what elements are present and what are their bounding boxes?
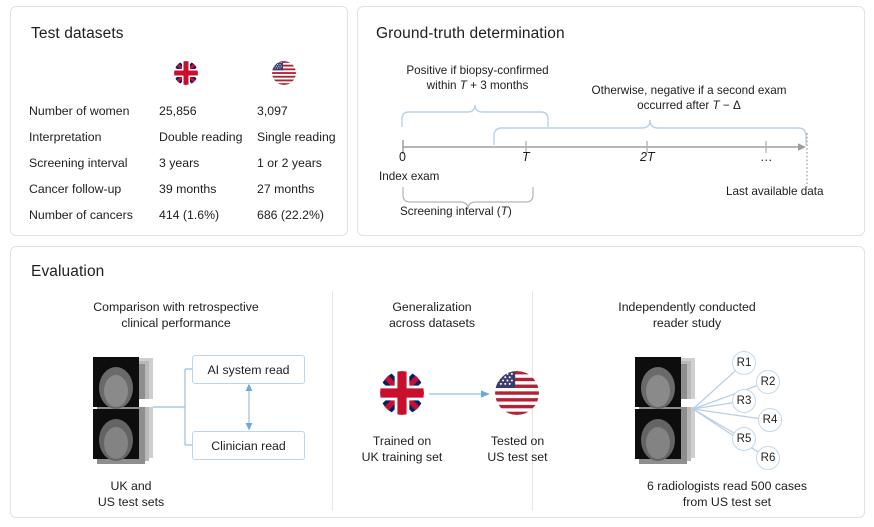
tick-label-2T: 2T [640,150,655,164]
table-cell-us: 1 or 2 years [257,156,322,170]
table-cell-us: Single reading [257,130,336,144]
clinician-read-box[interactable]: Clinician read [192,431,305,460]
bidirectional-comparison-arrow [245,383,253,431]
reader-circle-r3: R3 [732,389,756,413]
generalization-heading-line2: across datasets [388,316,476,330]
reader-study-caption: 6 radiologists read 500 cases from US te… [602,478,852,510]
table-cell-uk: 3 years [159,156,200,170]
table-cell-us: 27 months [257,182,315,196]
generalization-section-heading: Generalization across datasets [352,299,512,331]
tick-label-0: 0 [399,150,406,164]
us-flag-icon [272,61,296,85]
uk-flag-svg-trained [380,371,424,415]
comparison-heading-line2: clinical performance [121,316,231,330]
uk-flag-svg [174,61,198,85]
evaluation-divider-1 [332,291,333,511]
uk-flag-icon-trained [380,371,424,415]
trained-caption-line1: Trained on [372,434,432,448]
reader-study-section-heading: Independently conducted reader study [562,299,812,331]
reader-circle-r6: R6 [756,446,780,470]
reader-circle-r2: R2 [756,370,780,394]
tested-on-caption: Tested on US test set [466,433,569,465]
table-row-label: Screening interval [29,156,128,170]
negative-brace [493,119,807,145]
table-cell-us: 3,097 [257,104,288,118]
reader-study-heading-line1: Independently conducted [618,300,756,314]
us-flag-svg-tested [495,371,539,415]
reader-study-heading-line2: reader study [652,316,722,330]
comparison-heading-line1: Comparison with retrospective [93,300,259,314]
table-cell-uk: 39 months [159,182,217,196]
generalization-heading-line1: Generalization [392,300,472,314]
comparison-section-caption: UK and US test sets [61,478,201,510]
last-available-data-label: Last available data [726,185,824,198]
tick-label-ellipsis: … [760,150,773,164]
screening-interval-pre: Screening interval ( [400,205,501,218]
generalization-arrow [429,390,490,398]
positive-brace [401,104,549,127]
table-row-label: Number of cancers [29,208,133,222]
uk-flag-icon [174,61,198,85]
screening-interval-post: ) [507,205,512,218]
tested-caption-line1: Tested on [490,434,545,448]
tested-caption-line2: US test set [487,450,548,464]
reader-circle-r4: R4 [758,408,782,432]
us-flag-svg [272,61,296,85]
table-row-label: Interpretation [29,130,102,144]
table-cell-uk: Double reading [159,130,243,144]
ai-system-read-box[interactable]: AI system read [192,355,305,384]
reader-circle-r5: R5 [732,427,756,451]
table-cell-us: 686 (22.2%) [257,208,324,222]
comparison-section-heading: Comparison with retrospective clinical p… [51,299,301,331]
table-row-label: Number of women [29,104,130,118]
ground-truth-title: Ground-truth determination [376,25,565,42]
table-cell-uk: 25,856 [159,104,197,118]
table-row-label: Cancer follow-up [29,182,122,196]
test-datasets-panel: Test datasets Number of women 25,856 3,0… [10,6,348,236]
comparison-caption-line1: UK and [110,479,152,493]
ground-truth-panel: Ground-truth determination Positive if b… [357,6,865,236]
us-flag-icon-tested [495,371,539,415]
reader-study-caption-line2: from US test set [682,495,772,509]
tick-label-T: T [522,150,530,164]
index-exam-label: Index exam [379,170,440,183]
reader-study-caption-line1: 6 radiologists read 500 cases [647,479,807,493]
screening-interval-var: T [500,205,508,218]
evaluation-title: Evaluation [31,263,105,280]
timeline-arrowhead [798,143,806,151]
trained-caption-line2: UK training set [361,450,443,464]
comparison-caption-line2: US test sets [97,495,165,509]
screening-interval-label: Screening interval (T) [400,205,512,218]
evaluation-panel: Evaluation Comparison with retrospective… [10,246,865,518]
trained-on-caption: Trained on UK training set [347,433,457,465]
table-cell-uk: 414 (1.6%) [159,208,220,222]
reader-circle-r1: R1 [732,351,756,375]
test-datasets-title: Test datasets [31,25,124,42]
